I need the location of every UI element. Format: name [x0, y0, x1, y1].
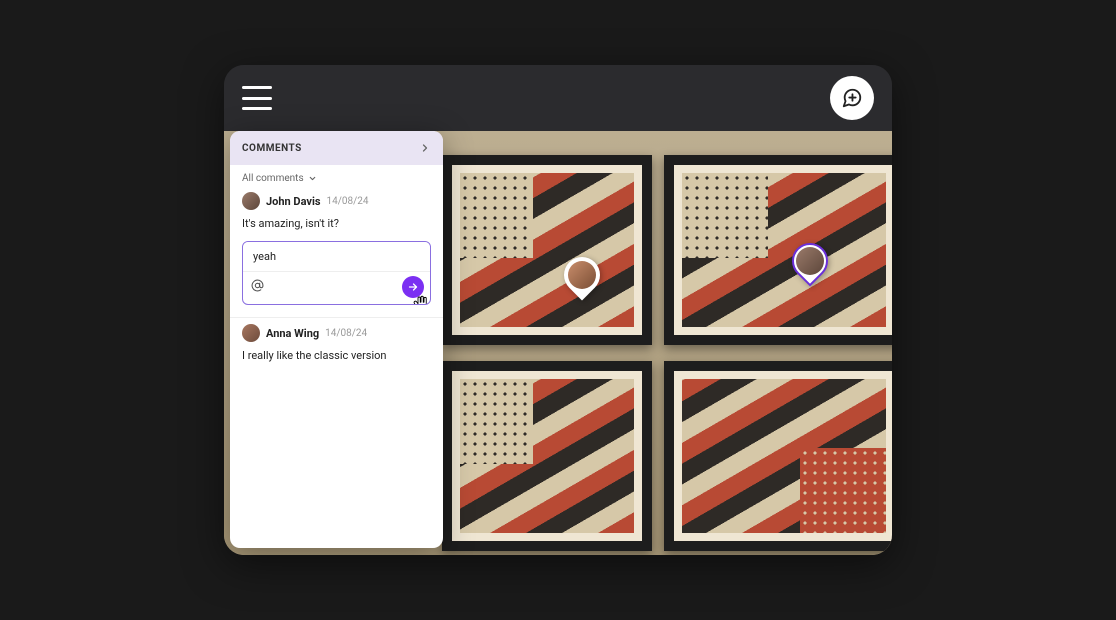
app-header [224, 65, 892, 131]
panel-title: COMMENTS [242, 143, 302, 154]
avatar [796, 247, 824, 275]
reply-input[interactable] [243, 242, 430, 271]
comment-item[interactable]: John Davis 14/08/24 It's amazing, isn't … [230, 186, 443, 318]
mention-button[interactable] [251, 279, 267, 295]
comment-date: 14/08/24 [325, 328, 367, 339]
chevron-right-icon [419, 142, 431, 154]
speech-plus-icon [841, 87, 863, 109]
collapse-button[interactable] [419, 142, 431, 154]
comment-author: John Davis [266, 195, 321, 208]
comment-body: It's amazing, isn't it? [242, 216, 431, 231]
reply-toolbar [243, 271, 430, 304]
send-button[interactable] [402, 276, 424, 298]
arrow-right-icon [407, 281, 419, 293]
artwork-frame [442, 155, 652, 345]
avatar [242, 192, 260, 210]
cursor-hand-icon [412, 294, 430, 305]
comment-item[interactable]: Anna Wing 14/08/24 I really like the cla… [230, 318, 443, 375]
filter-dropdown[interactable]: All comments [230, 165, 443, 186]
chevron-down-icon [308, 174, 317, 183]
app-window: COMMENTS All comments John Davis 14/08/2… [224, 65, 892, 555]
comments-panel: COMMENTS All comments John Davis 14/08/2… [230, 131, 443, 548]
at-icon [251, 279, 264, 292]
hamburger-icon[interactable] [242, 86, 272, 110]
comment-date: 14/08/24 [327, 196, 369, 207]
panel-header: COMMENTS [230, 131, 443, 165]
avatar [568, 261, 596, 289]
comment-header: John Davis 14/08/24 [242, 192, 431, 210]
artwork-frame [664, 155, 892, 345]
comment-header: Anna Wing 14/08/24 [242, 324, 431, 342]
add-comment-button[interactable] [830, 76, 874, 120]
avatar [242, 324, 260, 342]
filter-label: All comments [242, 173, 304, 184]
comment-body: I really like the classic version [242, 348, 431, 363]
reply-box [242, 241, 431, 305]
artwork-frame [442, 361, 652, 551]
artwork-frame [664, 361, 892, 551]
comment-author: Anna Wing [266, 327, 319, 340]
